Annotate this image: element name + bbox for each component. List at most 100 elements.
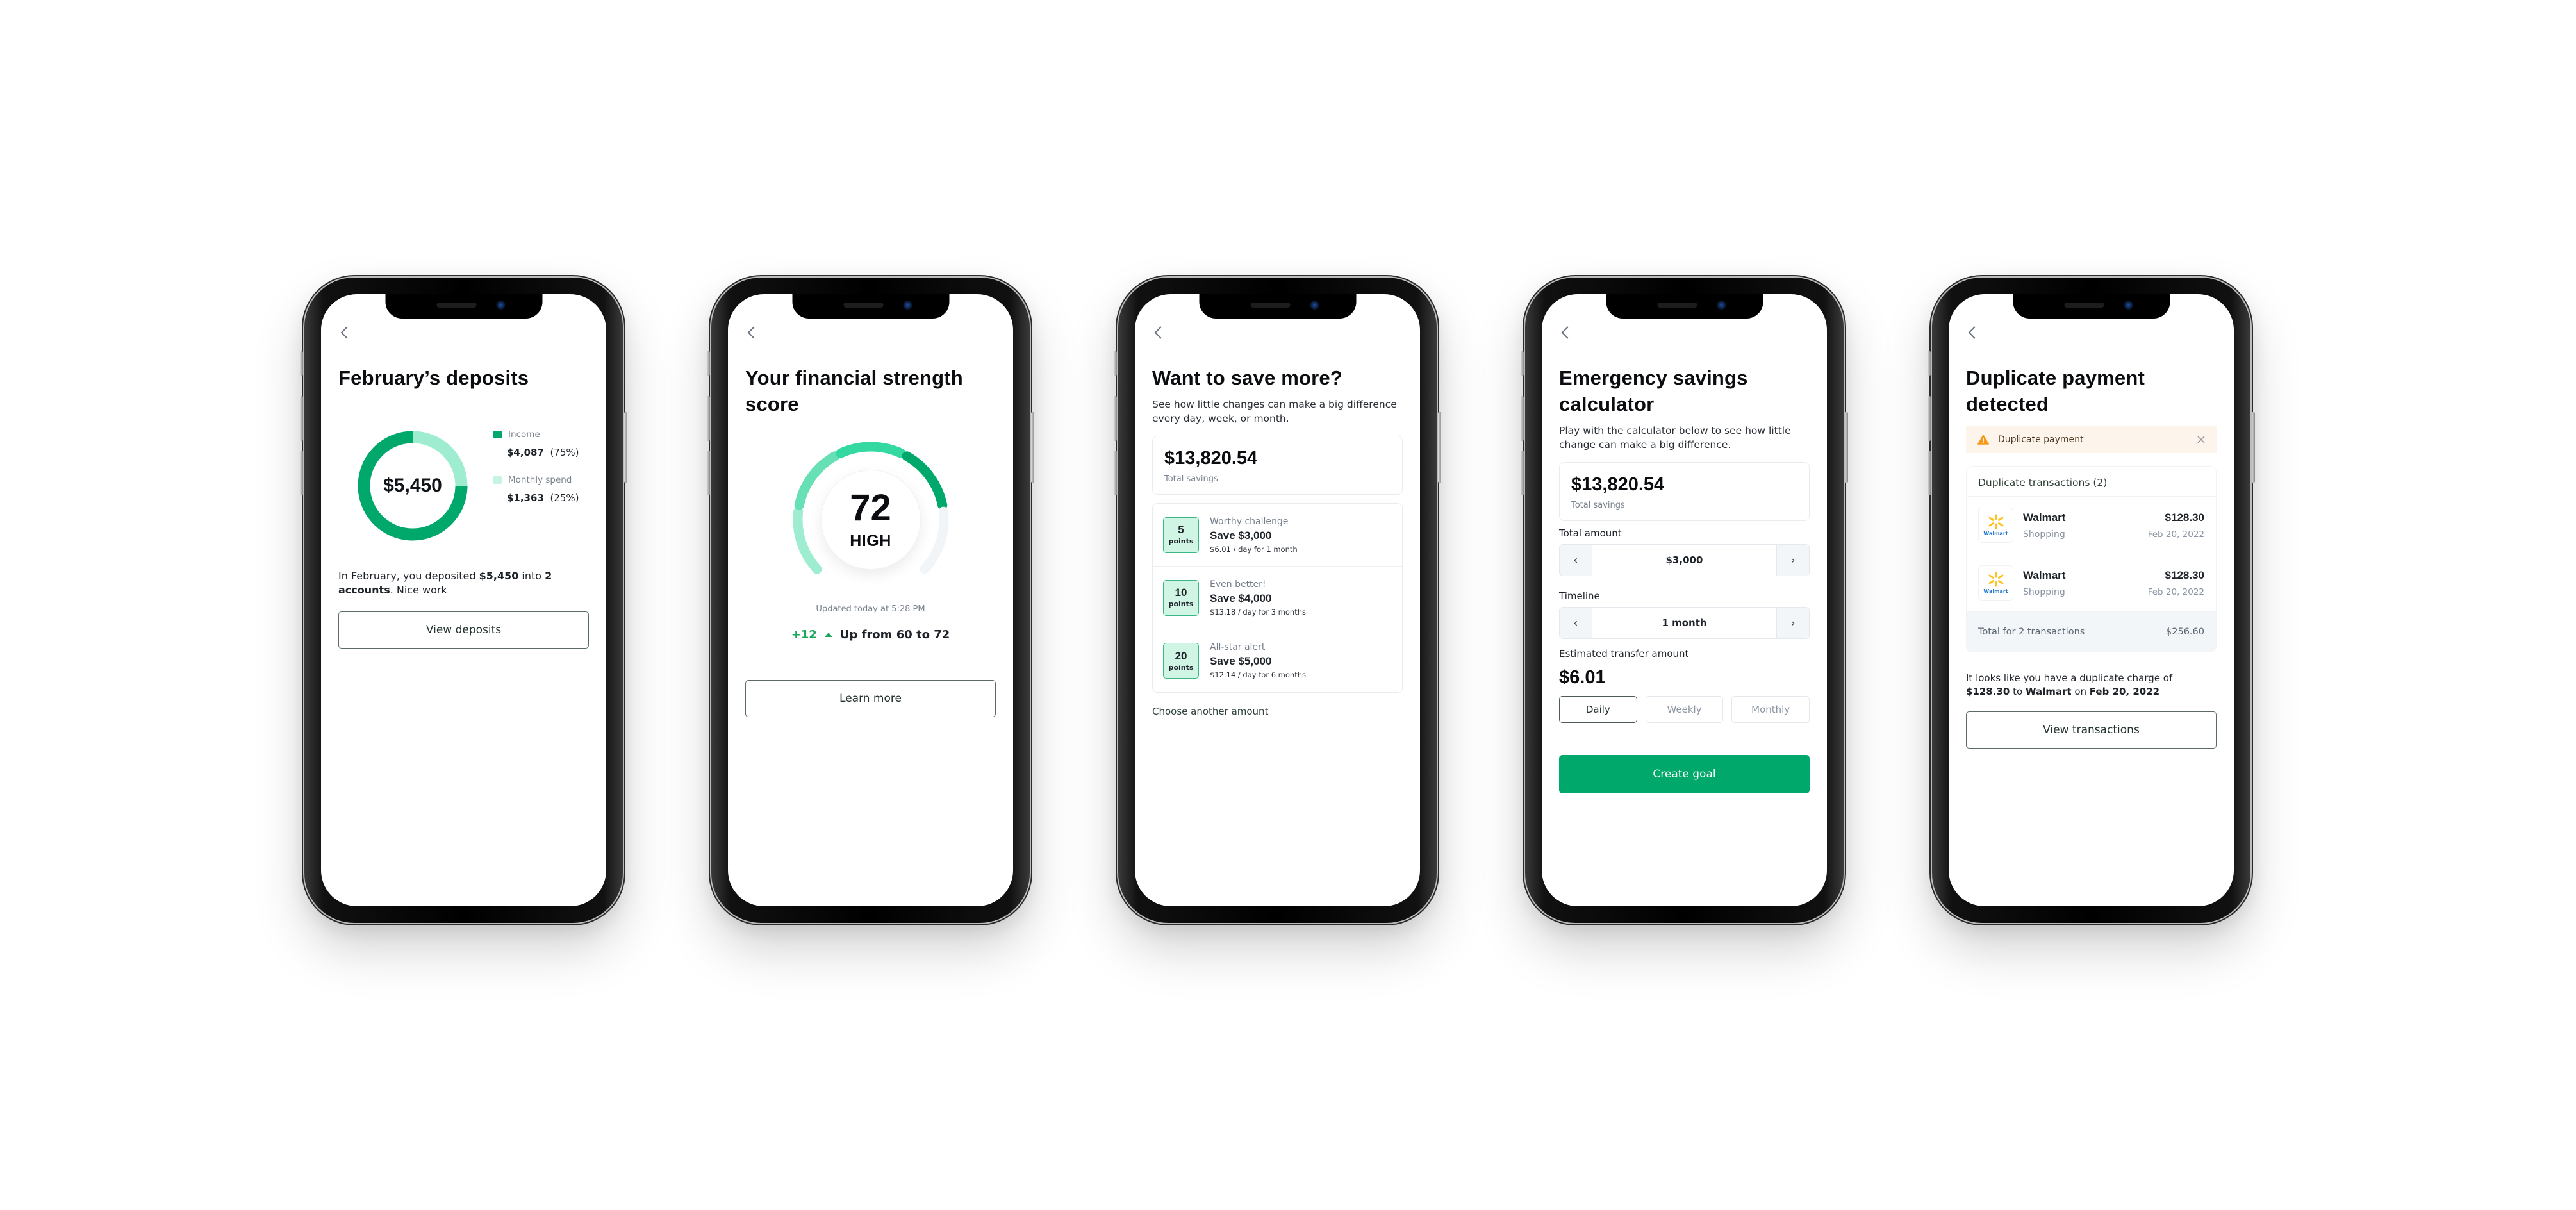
frequency-monthly[interactable]: Monthly: [1731, 696, 1810, 723]
legend-income: Income $4,087 (75%): [493, 429, 579, 458]
total-amount-value: $3,000: [1592, 545, 1777, 576]
notch: [385, 294, 542, 319]
choose-another-amount-link[interactable]: Choose another amount: [1152, 706, 1268, 717]
estimate-label: Estimated transfer amount: [1559, 648, 1689, 659]
speaker: [436, 302, 476, 308]
legend-amount: $4,087: [507, 447, 544, 458]
total-label: Total for 2 transactions: [1978, 627, 2085, 637]
camera: [2124, 301, 2133, 310]
total-amount-label: Total amount: [1559, 527, 1622, 539]
speaker: [2064, 302, 2104, 308]
camera: [903, 301, 912, 310]
challenge-title: Save $4,000: [1210, 592, 1272, 604]
challenge-option[interactable]: 5 points Worthy challenge Save $3,000 $6.01…: [1153, 504, 1402, 567]
back-chevron-icon[interactable]: [1559, 325, 1572, 340]
challenge-detail: $13.18 / day for 3 months: [1210, 607, 1306, 617]
mute-switch: [1521, 351, 1524, 376]
challenge-kicker: All-star alert: [1210, 642, 1266, 652]
back-chevron-icon[interactable]: [1152, 325, 1165, 340]
duplicate-list-header: Duplicate transactions (2): [1967, 467, 2216, 497]
score-level: HIGH: [850, 531, 891, 550]
back-chevron-icon[interactable]: [745, 325, 758, 340]
transaction-row[interactable]: Walmart Walmart Shopping $128.30 Feb 20, 2…: [1967, 497, 2216, 554]
volume-down-button: [1928, 451, 1931, 495]
volume-down-button: [707, 451, 710, 495]
transaction-row[interactable]: Walmart Walmart Shopping $128.30 Feb 20, 2…: [1967, 554, 2216, 612]
total-savings-label: Total savings: [1164, 474, 1218, 484]
notch: [1199, 294, 1356, 319]
decrease-timeline-button[interactable]: ‹: [1560, 608, 1592, 638]
volume-down-button: [1521, 451, 1524, 495]
page-title: February’s deposits: [338, 367, 529, 389]
decrease-amount-button[interactable]: ‹: [1560, 545, 1592, 576]
notch: [1606, 294, 1763, 319]
screen: Your financial strength score 72 HIGH Up…: [728, 294, 1013, 906]
legend-monthly-spend: Monthly spend $1,363 (25%): [493, 475, 579, 504]
score-change-text: Up from 60 to 72: [839, 628, 950, 642]
chart-legend: Income $4,087 (75%) Monthly spend $1,363…: [493, 429, 579, 520]
frequency-toggle: Daily Weekly Monthly: [1559, 696, 1810, 723]
duplicate-message: It looks like you have a duplicate charg…: [1966, 672, 2173, 697]
triangle-up-icon: [824, 633, 832, 637]
mute-switch: [707, 351, 710, 376]
volume-up-button: [1521, 396, 1524, 441]
back-chevron-icon[interactable]: [1966, 325, 1979, 340]
challenge-title: Save $5,000: [1210, 655, 1272, 667]
total-value: $256.60: [2166, 627, 2204, 637]
challenge-option[interactable]: 10 points Even better! Save $4,000 $13.18 /…: [1153, 567, 1402, 629]
volume-up-button: [707, 396, 710, 441]
transaction-date: Feb 20, 2022: [2147, 529, 2204, 540]
challenge-title: Save $3,000: [1210, 529, 1272, 542]
close-icon[interactable]: [2196, 435, 2206, 445]
deposits-chart: $5,450 Income $4,087 (75%) Monthly spend…: [338, 415, 589, 556]
challenge-detail: $6.01 / day for 1 month: [1210, 544, 1298, 554]
page-title: Emergency savings calculator: [1559, 367, 1748, 415]
estimate-amount: $6.01: [1559, 667, 1606, 688]
screen: Want to save more? See how little change…: [1135, 294, 1420, 906]
mute-switch: [300, 351, 303, 376]
timeline-value: 1 month: [1592, 608, 1777, 638]
back-chevron-icon[interactable]: [338, 325, 351, 340]
points-badge: 5 points: [1163, 517, 1199, 553]
total-savings-label: Total savings: [1571, 501, 1625, 510]
walmart-logo-icon: Walmart: [1978, 565, 2013, 601]
speaker: [1250, 302, 1290, 308]
increase-amount-button[interactable]: ›: [1777, 545, 1809, 576]
notch: [2013, 294, 2170, 319]
total-amount-stepper: ‹ $3,000 ›: [1559, 544, 1810, 576]
score-gauge: 72 HIGH: [788, 436, 954, 603]
score-delta: +12: [791, 628, 817, 642]
power-button: [1438, 412, 1441, 483]
camera: [1717, 301, 1726, 310]
frequency-weekly[interactable]: Weekly: [1645, 696, 1724, 723]
warning-icon: [1977, 435, 1989, 445]
power-button: [1031, 412, 1034, 483]
phone-save-more: Want to save more? See how little change…: [1114, 278, 1441, 923]
frequency-daily[interactable]: Daily: [1559, 696, 1637, 723]
legend-swatch-spend: [493, 476, 502, 484]
page-subtitle: See how little changes can make a big di…: [1152, 399, 1397, 424]
total-savings-amount: $13,820.54: [1164, 448, 1258, 468]
timeline-label: Timeline: [1559, 590, 1600, 602]
learn-more-button[interactable]: Learn more: [745, 680, 996, 717]
merchant-name: Walmart: [2023, 568, 2066, 581]
legend-label: Income: [508, 429, 540, 440]
view-deposits-button[interactable]: View deposits: [338, 611, 589, 649]
increase-timeline-button[interactable]: ›: [1777, 608, 1809, 638]
legend-amount: $1,363: [507, 492, 544, 504]
challenge-detail: $12.14 / day for 6 months: [1210, 670, 1306, 679]
mute-switch: [1928, 351, 1931, 376]
power-button: [2252, 412, 2255, 483]
total-savings-card: $13,820.54 Total savings: [1559, 462, 1810, 521]
transaction-amount: $128.30: [2165, 511, 2204, 524]
create-goal-button[interactable]: Create goal: [1559, 755, 1810, 793]
volume-up-button: [1928, 396, 1931, 441]
view-transactions-button[interactable]: View transactions: [1966, 711, 2217, 749]
total-savings-amount: $13,820.54: [1571, 474, 1665, 495]
challenge-option[interactable]: 20 points All-star alert Save $5,000 $12.14…: [1153, 629, 1402, 692]
updated-timestamp: Updated today at 5:28 PM: [816, 604, 925, 614]
phone-score: Your financial strength score 72 HIGH Up…: [707, 278, 1034, 923]
challenge-kicker: Even better!: [1210, 579, 1266, 590]
page-subtitle: Play with the calculator below to see ho…: [1559, 425, 1791, 451]
camera: [1310, 301, 1319, 310]
